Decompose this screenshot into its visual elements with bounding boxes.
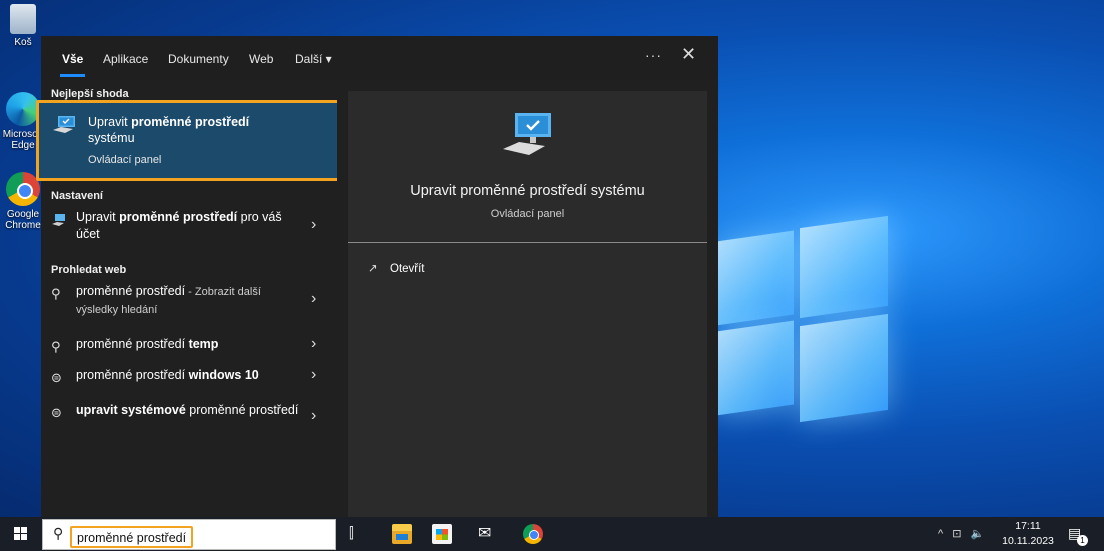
preview-subtitle: Ovládací panel [490,208,565,220]
tab-web[interactable]: Web [249,52,273,66]
start-button[interactable] [0,517,42,551]
web-result-text: proměnné prostředí temp [76,337,219,351]
system-settings-icon [52,214,65,226]
settings-result-text: Upravit proměnné prostředí pro váš účet [76,210,282,241]
chevron-right-icon[interactable]: › [311,335,316,353]
windows-logo-icon [14,527,20,533]
system-tray: ^ ⊡ 🔈 [938,527,990,540]
open-action[interactable]: ↗ Otevřít [368,261,425,275]
search-icon: ⚲ [53,525,64,541]
volume-icon[interactable]: 🔈 [971,528,985,540]
edge-icon [6,92,40,126]
search-icon: ⚲ [51,339,61,354]
best-match-subtitle: Ovládací panel [88,154,162,166]
search-tabs: Vše Aplikace Dokumenty Web Další ▾ ··· ✕ [41,36,718,80]
desktop-icon-label: Google Chrome [5,209,41,231]
chevron-right-icon[interactable]: › [311,366,316,384]
chrome-icon [6,172,40,206]
taskbar: ⚲ proměnné prostředí ⫿ ✉ ^ ⊡ 🔈 17:11 10.… [0,517,1104,551]
chat-bubble-icon: ⊜ [51,370,62,385]
preview-title: Upravit proměnné prostředí systému [410,183,645,199]
chat-bubble-icon: ⊜ [51,405,62,420]
clock-date: 10.11.2023 [1002,535,1054,547]
system-settings-icon [503,113,551,155]
chevron-right-icon[interactable]: › [311,216,316,234]
more-options-icon[interactable]: ··· [645,47,662,63]
search-icon: ⚲ [51,286,61,301]
divider [348,242,707,243]
tab-all[interactable]: Vše [59,52,86,77]
section-header-best-match: Nejlepší shoda [51,88,129,100]
chevron-up-icon[interactable]: ^ [938,528,943,540]
close-icon[interactable]: ✕ [681,44,696,65]
tab-apps[interactable]: Aplikace [103,52,148,66]
web-result[interactable]: ⚲ proměnné prostředí - Zobrazit další vý… [41,283,337,319]
store-icon[interactable] [432,524,452,544]
recycle-bin-icon [10,4,36,34]
web-result-text: proměnné prostředí windows 10 [76,368,259,382]
section-header-web: Prohledat web [51,264,127,276]
network-icon[interactable]: ⊡ [952,528,961,540]
section-header-settings: Nastavení [51,190,103,202]
clock-time: 17:11 [1015,520,1041,532]
system-settings-icon [53,116,75,133]
notification-badge: 1 [1077,535,1088,546]
preview-pane: Upravit proměnné prostředí systému Ovlád… [337,80,718,517]
search-panel: Vše Aplikace Dokumenty Web Další ▾ ··· ✕… [36,36,718,517]
open-action-label: Otevřít [390,263,425,275]
chevron-right-icon[interactable]: › [311,290,316,308]
web-result-text: proměnné prostředí - Zobrazit další výsl… [76,284,261,316]
web-result[interactable]: ⊜ proměnné prostředí windows 10 › [41,366,337,387]
web-result[interactable]: ⚲ proměnné prostředí temp › [41,335,337,356]
file-explorer-icon[interactable] [392,524,412,544]
chrome-icon[interactable] [523,524,543,544]
task-view-icon[interactable]: ⫿ [349,525,369,545]
clock[interactable]: 17:11 10.11.2023 [1000,519,1056,549]
mail-icon[interactable]: ✉ [478,523,498,543]
tab-documents[interactable]: Dokumenty [168,52,229,66]
best-match-title: Upravit proměnné prostředí systému [88,115,250,145]
web-result[interactable]: ⊜ upravit systémové proměnné prostředí › [41,402,337,438]
settings-result[interactable]: Upravit proměnné prostředí pro váš účet … [41,209,337,245]
desktop-icon-label: Koš [14,37,32,48]
best-match-result[interactable]: Upravit proměnné prostředí systému Ovlád… [36,100,342,181]
open-window-icon: ↗ [368,263,378,275]
preview-card: Upravit proměnné prostředí systému Ovlád… [348,91,707,517]
search-input[interactable]: proměnné prostředí [70,526,194,548]
desktop-icon-recycle-bin[interactable]: Koš [0,4,46,48]
chevron-right-icon[interactable]: › [311,407,316,425]
web-result-text: upravit systémové proměnné prostředí [76,403,299,417]
windows-wallpaper-logo [716,214,888,430]
tab-more-dropdown[interactable]: Další ▾ [295,52,332,66]
results-list: Nejlepší shoda Upravit proměnné prostřed… [36,80,342,517]
taskbar-search-box[interactable]: ⚲ proměnné prostředí [42,519,336,550]
